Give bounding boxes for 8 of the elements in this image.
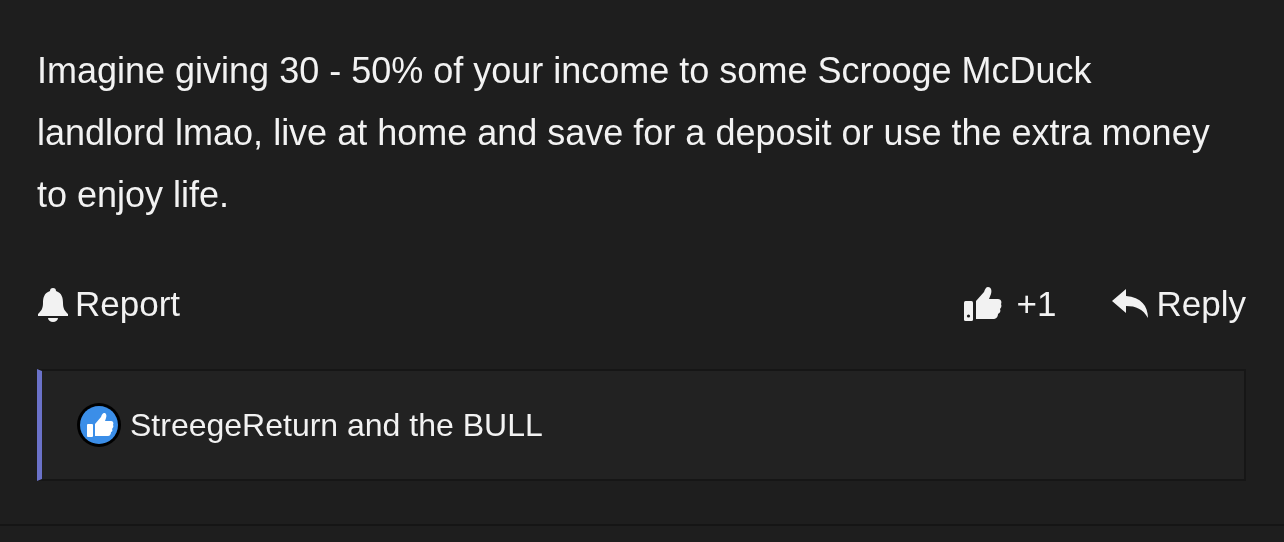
reactions-text: StreegeReturn and the BULL	[130, 405, 543, 445]
thumbs-up-icon	[76, 401, 122, 448]
reply-button[interactable]: Reply	[1110, 278, 1246, 331]
report-button[interactable]: Report	[37, 278, 181, 331]
bell-icon	[37, 286, 69, 323]
comment-text: Imagine giving 30 - 50% of your income to some Scrooge McDuck landlord lmao, live at home and save for a deposit or use the extra money to enjoy life.	[37, 49, 1211, 217]
like-button[interactable]: +1	[962, 278, 1057, 331]
thumbs-up-icon	[962, 286, 1003, 323]
